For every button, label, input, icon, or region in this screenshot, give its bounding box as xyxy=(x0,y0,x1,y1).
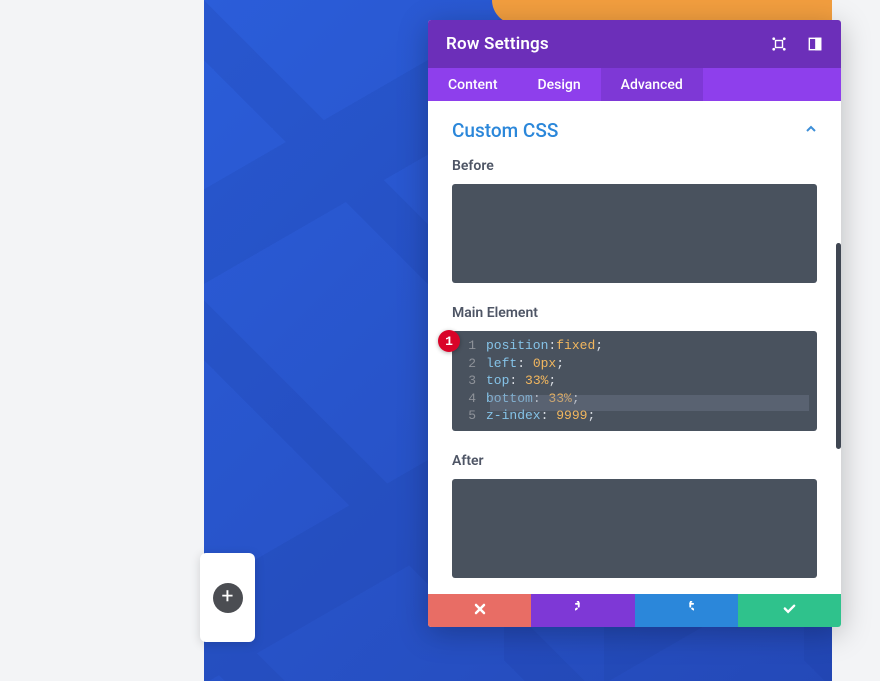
save-button[interactable] xyxy=(738,594,841,627)
chevron-up-icon xyxy=(805,123,817,139)
before-label: Before xyxy=(452,158,817,174)
check-icon xyxy=(782,601,797,620)
tabs: Content Design Advanced xyxy=(428,68,841,101)
panel-title: Row Settings xyxy=(446,34,771,54)
panel-header-actions xyxy=(771,36,823,52)
after-label: After xyxy=(452,453,817,469)
close-icon xyxy=(473,602,487,620)
undo-button[interactable] xyxy=(531,594,634,627)
snap-right-icon[interactable] xyxy=(807,36,823,52)
add-section-card[interactable]: + xyxy=(200,553,255,642)
cancel-button[interactable] xyxy=(428,594,531,627)
before-code-input[interactable] xyxy=(452,184,817,283)
main-element-code-input[interactable]: 1 1position:fixed; 2left: 0px; 3top: 33%… xyxy=(452,331,817,431)
tab-content[interactable]: Content xyxy=(428,68,518,101)
panel-body: Custom CSS Before Main Element 1 1positi… xyxy=(428,101,841,594)
code-line: 2left: 0px; xyxy=(462,355,807,373)
tab-design[interactable]: Design xyxy=(518,68,601,101)
code-line: 5z-index: 9999; xyxy=(462,407,807,425)
panel-scroll-area: Custom CSS Before Main Element 1 1positi… xyxy=(428,101,841,594)
code-line: 3top: 33%; xyxy=(462,372,807,390)
after-code-input[interactable] xyxy=(452,479,817,578)
undo-icon xyxy=(575,601,590,620)
main-element-label: Main Element xyxy=(452,305,817,321)
settings-panel: Row Settings Content Design Ad xyxy=(428,20,841,627)
panel-header: Row Settings xyxy=(428,20,841,68)
section-title-label: Custom CSS xyxy=(452,119,558,142)
tab-advanced[interactable]: Advanced xyxy=(601,68,703,101)
plus-icon: + xyxy=(213,583,243,613)
code-line: 1position:fixed; xyxy=(462,337,807,355)
redo-icon xyxy=(679,601,694,620)
annotation-badge-1: 1 xyxy=(438,330,460,352)
panel-footer xyxy=(428,594,841,627)
section-custom-css[interactable]: Custom CSS xyxy=(452,119,817,142)
expand-icon[interactable] xyxy=(771,36,787,52)
redo-button[interactable] xyxy=(635,594,738,627)
